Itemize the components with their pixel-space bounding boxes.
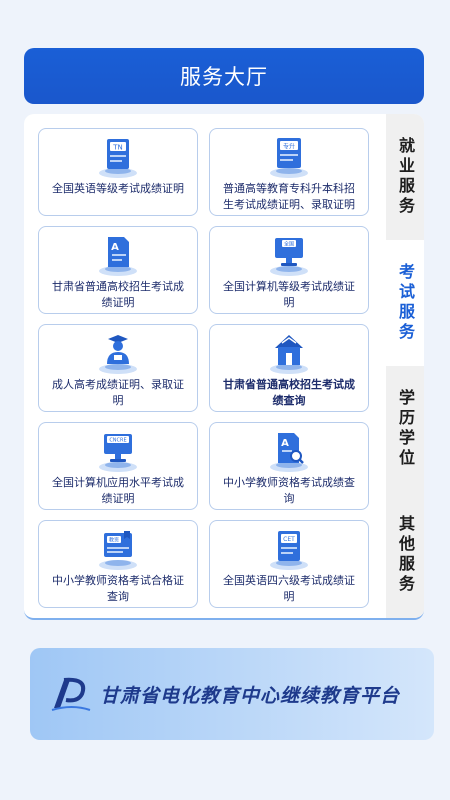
platform-banner-text: 甘肃省电化教育中心继续教育平台: [100, 684, 401, 707]
badge-text: TN: [112, 144, 123, 152]
platform-banner[interactable]: 甘肃省电化教育中心继续教育平台: [30, 648, 434, 740]
badge-text: CNCRE: [109, 438, 126, 444]
card-teacher-score-query[interactable]: A 中小学教师资格考试成绩查询: [209, 422, 369, 510]
card-nit-certificate[interactable]: CNCRE 全国计算机应用水平考试成绩证明: [38, 422, 198, 510]
school-building-icon: [270, 335, 308, 374]
card-label: 普通高等教育专科升本科招生考试成绩证明、录取证明: [223, 182, 355, 211]
card-pets-certificate[interactable]: TN 全国英语等级考试成绩证明: [38, 128, 198, 216]
card-ncre-certificate[interactable]: 全国 全国计算机等级考试成绩证明: [209, 226, 369, 314]
upgrade-exam-icon: 专升: [270, 138, 308, 178]
tab-employment-services[interactable]: 就业服务: [386, 114, 424, 240]
service-panel: TN 全国英语等级考试成绩证明 专升 普通高等教育专科升本科招生考试成绩证明、录…: [24, 114, 424, 620]
badge-text: 教资: [109, 537, 119, 544]
pets-document-icon: TN: [99, 139, 137, 178]
platform-logo-icon: [51, 677, 91, 711]
page-title: 服务大厅: [180, 65, 268, 89]
tab-education-degree[interactable]: 学历学位: [386, 366, 424, 492]
card-label: 中小学教师资格考试合格证查询: [52, 574, 184, 603]
cet-document-icon: CET: [270, 531, 308, 570]
badge-text: CET: [283, 536, 295, 543]
card-label: 甘肃省普通高校招生考试成绩查询: [223, 378, 355, 407]
card-label: 全国计算机应用水平考试成绩证明: [52, 476, 184, 505]
page-header: 服务大厅: [24, 48, 424, 104]
tab-exam-services[interactable]: 考试服务: [386, 240, 424, 366]
card-upgrade-exam[interactable]: 专升 普通高等教育专科升本科招生考试成绩证明、录取证明: [209, 128, 369, 216]
teacher-certificate-icon: 教资: [99, 531, 137, 570]
badge-text: 全国: [284, 241, 294, 248]
category-tabs: 就业服务 考试服务 学历学位 其他服务: [386, 114, 424, 618]
card-label: 全国英语等级考试成绩证明: [52, 182, 184, 195]
tab-other-services[interactable]: 其他服务: [386, 492, 424, 618]
document-a-icon: A: [99, 237, 137, 276]
badge-text: A: [111, 242, 119, 253]
document-search-icon: A: [270, 433, 308, 472]
card-label: 成人高考成绩证明、录取证明: [52, 378, 184, 407]
badge-text: A: [281, 438, 289, 449]
card-cet-certificate[interactable]: CET 全国英语四六级考试成绩证明: [209, 520, 369, 608]
nit-computer-icon: CNCRE: [99, 434, 137, 472]
card-gansu-score-query[interactable]: 甘肃省普通高校招生考试成绩查询: [209, 324, 369, 412]
card-label: 全国英语四六级考试成绩证明: [223, 574, 355, 603]
card-gansu-admission-certificate[interactable]: A 甘肃省普通高校招生考试成绩证明: [38, 226, 198, 314]
card-adult-exam-certificate[interactable]: 成人高考成绩证明、录取证明: [38, 324, 198, 412]
card-label: 全国计算机等级考试成绩证明: [223, 280, 355, 309]
service-grid: TN 全国英语等级考试成绩证明 专升 普通高等教育专科升本科招生考试成绩证明、录…: [38, 128, 370, 608]
badge-text: 专升: [283, 143, 295, 151]
computer-exam-icon: 全国: [270, 238, 308, 276]
card-teacher-certificate-query[interactable]: 教资 中小学教师资格考试合格证查询: [38, 520, 198, 608]
card-label: 甘肃省普通高校招生考试成绩证明: [52, 280, 184, 309]
graduate-person-icon: [99, 335, 137, 374]
card-label: 中小学教师资格考试成绩查询: [223, 476, 355, 505]
